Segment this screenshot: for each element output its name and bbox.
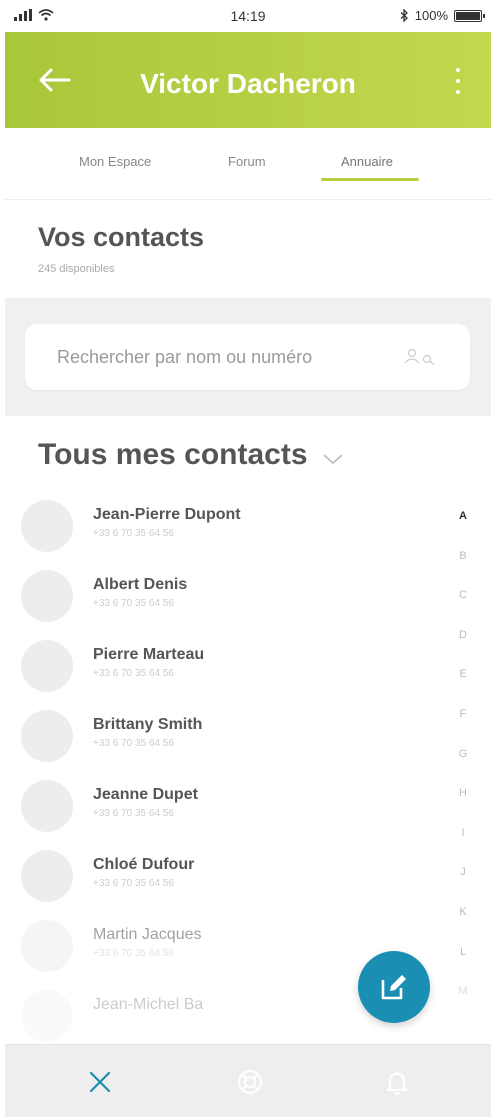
avatar (21, 500, 73, 552)
active-tab-indicator (321, 178, 419, 181)
contact-phone: +33 6 70 35 64 56 (93, 948, 174, 959)
edit-icon (381, 975, 406, 1000)
contact-name: Jean-Pierre Dupont (93, 506, 241, 523)
contact-list: Tous mes contacts Jean-Pierre Dupont +33… (5, 416, 491, 1044)
tab-mon-espace[interactable]: Mon Espace (79, 154, 151, 169)
contact-phone: +33 6 70 35 64 56 (93, 878, 174, 889)
alpha-letter[interactable]: I (461, 827, 464, 867)
search-zone (5, 298, 491, 416)
alpha-letter[interactable]: F (460, 708, 467, 748)
contact-name: Jean-Michel Ba (93, 996, 204, 1013)
contact-name: Pierre Marteau (93, 646, 205, 663)
alpha-letter[interactable]: A (459, 510, 467, 550)
new-message-button[interactable] (358, 951, 430, 1023)
list-item[interactable]: Brittany Smith +33 6 70 35 64 56 (21, 710, 431, 770)
section-title: Vos contacts (38, 222, 205, 252)
section-header: Vos contacts 245 disponibles (5, 200, 491, 298)
section-subtitle: 245 disponibles (38, 263, 115, 275)
avatar (21, 710, 73, 762)
contact-phone: +33 6 70 35 64 56 (93, 528, 174, 539)
contact-phone: +33 6 70 35 64 56 (93, 808, 174, 819)
avatar (21, 850, 73, 902)
alpha-letter[interactable]: C (459, 589, 467, 629)
contact-phone: +33 6 70 35 64 56 (93, 668, 174, 679)
list-item[interactable]: Chloé Dufour +33 6 70 35 64 56 (21, 850, 431, 910)
contact-name: Chloé Dufour (93, 856, 195, 873)
tab-forum[interactable]: Forum (228, 154, 266, 169)
list-title[interactable]: Tous mes contacts (38, 438, 344, 472)
tab-annuaire[interactable]: Annuaire (341, 154, 393, 169)
alpha-letter[interactable]: E (459, 668, 466, 708)
alpha-letter[interactable]: J (460, 866, 466, 906)
contact-name: Albert Denis (93, 576, 188, 593)
alpha-letter[interactable]: D (459, 629, 467, 669)
status-bar: 14:19 100% (0, 0, 496, 32)
contact-name: Brittany Smith (93, 716, 203, 733)
alpha-letter[interactable]: K (459, 906, 466, 946)
list-item[interactable]: Albert Denis +33 6 70 35 64 56 (21, 570, 431, 630)
close-icon[interactable] (85, 1067, 115, 1097)
alpha-letter[interactable]: B (459, 550, 466, 590)
avatar (21, 570, 73, 622)
bluetooth-icon (400, 9, 408, 22)
battery-percent: 100% (414, 8, 448, 23)
alpha-letter[interactable]: G (459, 748, 468, 788)
avatar (21, 780, 73, 832)
page-title: Victor Dacheron (140, 68, 356, 99)
contact-search-icon[interactable] (403, 348, 437, 366)
alpha-letter[interactable]: L (460, 946, 466, 986)
lifebuoy-icon[interactable] (235, 1067, 265, 1097)
avatar (21, 920, 73, 972)
bell-icon[interactable] (382, 1067, 412, 1097)
status-right: 100% (400, 8, 485, 23)
avatar (21, 640, 73, 692)
avatar (21, 990, 73, 1042)
contact-name: Jeanne Dupet (93, 786, 198, 803)
more-vertical-icon[interactable] (453, 68, 463, 94)
tab-bar: Mon Espace Forum Annuaire (5, 128, 491, 200)
alpha-letter[interactable]: H (459, 787, 467, 827)
list-title-label: Tous mes contacts (38, 438, 308, 471)
list-item[interactable]: Jeanne Dupet +33 6 70 35 64 56 (21, 780, 431, 840)
contact-name: Martin Jacques (93, 926, 202, 943)
bottom-nav (5, 1044, 491, 1117)
contact-phone: +33 6 70 35 64 56 (93, 738, 174, 749)
app-bar: Victor Dacheron (5, 32, 491, 128)
list-item[interactable]: Pierre Marteau +33 6 70 35 64 56 (21, 640, 431, 700)
list-item[interactable]: Jean-Pierre Dupont +33 6 70 35 64 56 (21, 500, 431, 560)
alphabet-index: A B C D E F G H I J K L M (453, 510, 473, 1025)
battery-icon (454, 9, 485, 22)
chevron-down-icon[interactable] (322, 452, 344, 466)
contact-phone: +33 6 70 35 64 56 (93, 598, 174, 609)
alpha-letter[interactable]: M (458, 985, 467, 1025)
